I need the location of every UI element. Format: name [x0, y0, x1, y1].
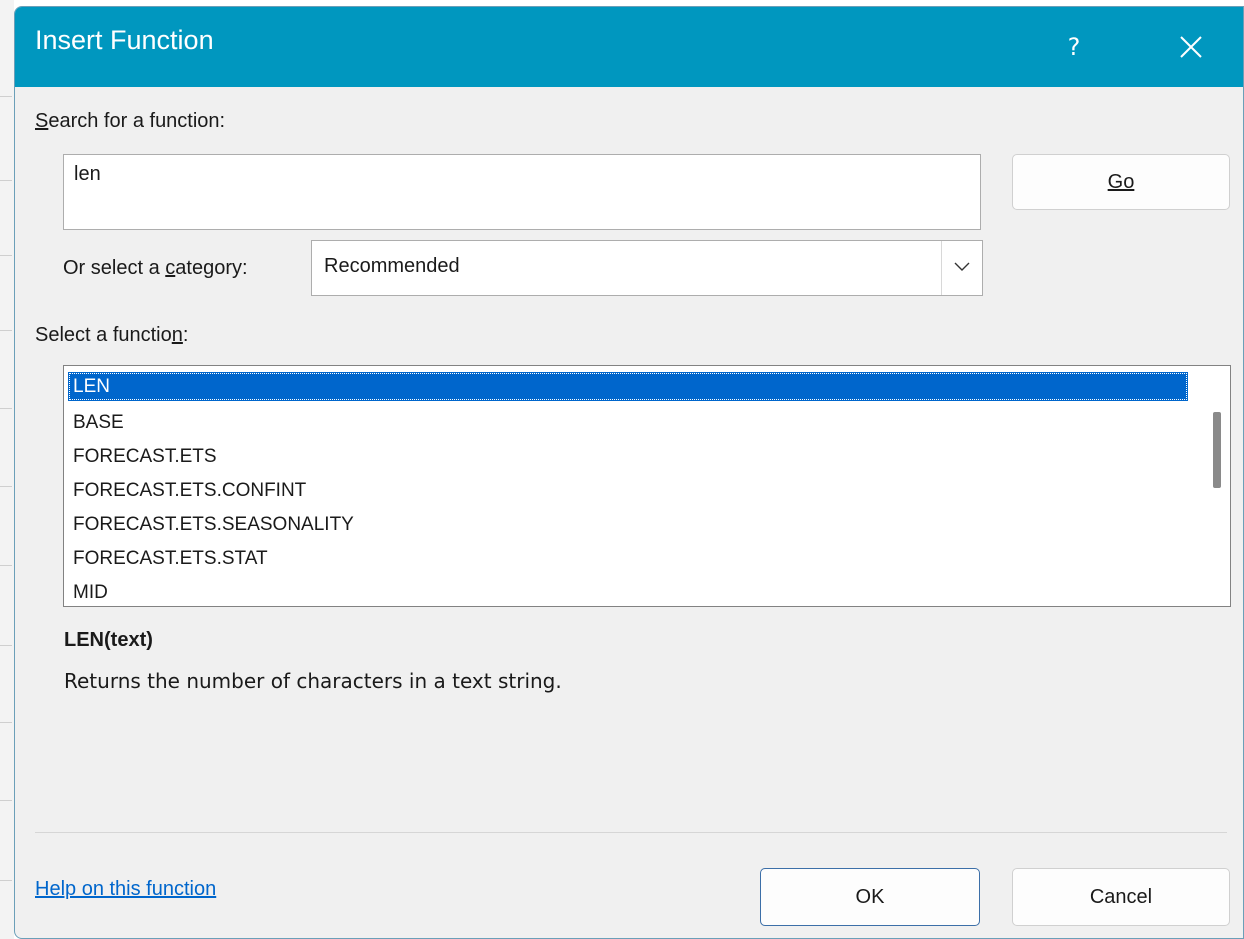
grid-line — [0, 565, 12, 566]
close-button[interactable] — [1165, 25, 1215, 69]
category-label: Or select a category: — [63, 257, 248, 280]
function-item-forecast-ets-confint[interactable]: FORECAST.ETS.CONFINT — [68, 476, 1188, 505]
dialog-title: Insert Function — [35, 25, 214, 55]
grid-line — [0, 722, 12, 723]
help-button[interactable]: ? — [1049, 25, 1099, 69]
function-item-mid[interactable]: MID — [68, 578, 1188, 606]
ok-button[interactable]: OK — [760, 868, 980, 926]
function-item-forecast-ets-stat[interactable]: FORECAST.ETS.STAT — [68, 544, 1188, 573]
function-item-forecast-ets-seasonality[interactable]: FORECAST.ETS.SEASONALITY — [68, 510, 1188, 539]
insert-function-dialog: Insert Function ? Search for a function:… — [14, 6, 1244, 939]
function-item-forecast-ets[interactable]: FORECAST.ETS — [68, 442, 1188, 471]
grid-line — [0, 880, 12, 881]
search-input[interactable]: len — [63, 154, 981, 230]
footer-divider — [35, 832, 1227, 833]
category-label-mnemonic: c — [165, 257, 176, 279]
cancel-button[interactable]: Cancel — [1012, 868, 1230, 926]
chevron-down-icon — [954, 262, 970, 271]
grid-line — [0, 408, 12, 409]
grid-line — [0, 180, 12, 181]
function-item-len[interactable]: LEN — [68, 372, 1188, 401]
search-label-text: earch for a function: — [48, 110, 226, 132]
grid-line — [0, 486, 12, 487]
grid-line — [0, 800, 12, 801]
help-on-function-link[interactable]: Help on this function — [35, 878, 216, 901]
function-list-label: Select a function: — [35, 324, 188, 347]
function-list[interactable]: LEN BASE FORECAST.ETS FORECAST.ETS.CONFI… — [63, 365, 1231, 607]
dropdown-button[interactable] — [941, 241, 982, 295]
function-description: Returns the number of characters in a te… — [64, 669, 562, 693]
function-list-label-text-b: : — [182, 324, 189, 346]
function-list-label-mnemonic: n — [171, 324, 183, 346]
grid-line — [0, 330, 12, 331]
function-signature: LEN(text) — [64, 629, 153, 651]
go-button-label: Go — [1107, 170, 1135, 193]
scrollbar-thumb[interactable] — [1213, 412, 1221, 488]
grid-line — [0, 96, 12, 97]
vertical-scrollbar[interactable] — [1202, 366, 1230, 606]
grid-line — [0, 255, 12, 256]
category-label-text-a: Or select a — [63, 257, 166, 279]
category-selected-value: Recommended — [324, 255, 460, 277]
title-bar: Insert Function ? — [15, 7, 1243, 87]
close-icon — [1180, 36, 1202, 58]
search-label-mnemonic: S — [35, 110, 49, 132]
category-dropdown[interactable]: Recommended — [311, 240, 983, 296]
function-list-label-text-a: Select a functio — [35, 324, 172, 346]
function-item-base[interactable]: BASE — [68, 408, 1188, 437]
category-label-text-b: ategory: — [175, 257, 248, 279]
grid-line — [0, 645, 12, 646]
background-worksheet-edge — [0, 0, 14, 939]
go-button[interactable]: Go — [1012, 154, 1230, 210]
search-label: Search for a function: — [35, 110, 225, 133]
